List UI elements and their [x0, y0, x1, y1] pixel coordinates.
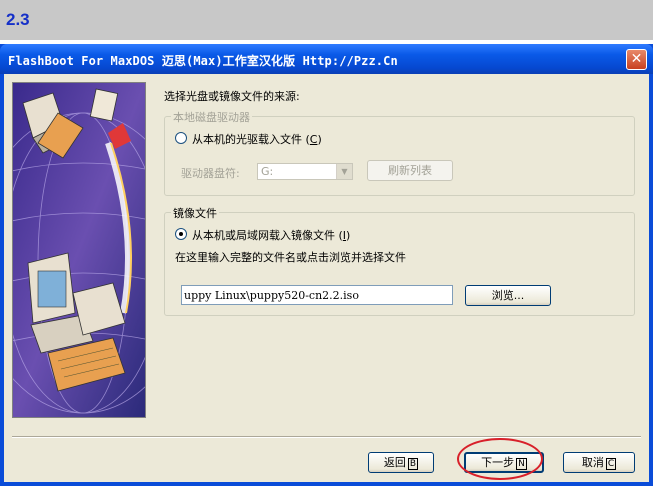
back-button[interactable]: 返回 B — [368, 452, 434, 473]
image-file-group-label: 镜像文件 — [171, 205, 219, 221]
local-drive-radio-key: C — [309, 133, 318, 146]
step-label: 2.3 — [6, 10, 30, 29]
chevron-down-icon: ▼ — [336, 164, 352, 179]
drive-letter-select[interactable]: G: ▼ — [257, 163, 353, 180]
image-file-group: 镜像文件 从本机或局域网载入镜像文件 (I) 在这里输入完整的文件名或点击浏览并… — [164, 205, 635, 316]
back-button-key: B — [407, 458, 419, 470]
radio-unchecked-icon — [175, 132, 187, 144]
dialog-window: FlashBoot For MaxDOS 迈思(Max)工作室汉化版 Http:… — [0, 44, 653, 486]
next-button-highlight-ring — [457, 438, 543, 480]
image-path-input[interactable] — [182, 286, 452, 304]
browse-button[interactable]: 浏览... — [465, 285, 551, 306]
image-file-radio-label: 从本机或局域网载入镜像文件 — [192, 229, 335, 242]
back-button-label: 返回 — [383, 456, 406, 469]
decorative-illustration — [12, 82, 146, 418]
path-hint: 在这里输入完整的文件名或点击浏览并选择文件 — [175, 251, 406, 264]
refresh-list-button[interactable]: 刷新列表 — [367, 160, 453, 181]
step-banner: 2.3 — [0, 0, 653, 42]
image-path-field[interactable] — [181, 285, 453, 305]
cancel-button-key: C — [605, 458, 617, 470]
window-title: FlashBoot For MaxDOS 迈思(Max)工作室汉化版 Http:… — [8, 54, 398, 68]
dialog-client-area: 选择光盘或镜像文件的来源: 本地磁盘驱动器 从本机的光驱载入文件 (C) 驱动器… — [4, 74, 649, 482]
computer-illustration-image — [13, 83, 145, 417]
image-file-radio-key: I — [342, 229, 347, 242]
radio-checked-icon — [175, 228, 187, 240]
close-button[interactable]: ✕ — [626, 49, 647, 70]
local-drive-radio[interactable]: 从本机的光驱载入文件 (C) — [175, 131, 322, 147]
cancel-button[interactable]: 取消 C — [563, 452, 635, 473]
drive-letter-label: 驱动器盘符: — [181, 167, 240, 180]
image-file-radio[interactable]: 从本机或局域网载入镜像文件 (I) — [175, 227, 350, 243]
local-drive-group: 本地磁盘驱动器 从本机的光驱载入文件 (C) 驱动器盘符: G: ▼ 刷新列表 — [164, 109, 635, 196]
close-icon: ✕ — [630, 51, 643, 67]
cancel-button-label: 取消 — [581, 456, 604, 469]
drive-letter-value: G: — [261, 165, 274, 178]
footer-separator — [12, 436, 641, 438]
local-drive-radio-label: 从本机的光驱载入文件 — [192, 133, 302, 146]
local-drive-group-label: 本地磁盘驱动器 — [171, 109, 252, 125]
source-prompt: 选择光盘或镜像文件的来源: — [164, 90, 300, 103]
title-bar[interactable]: FlashBoot For MaxDOS 迈思(Max)工作室汉化版 Http:… — [0, 44, 653, 74]
